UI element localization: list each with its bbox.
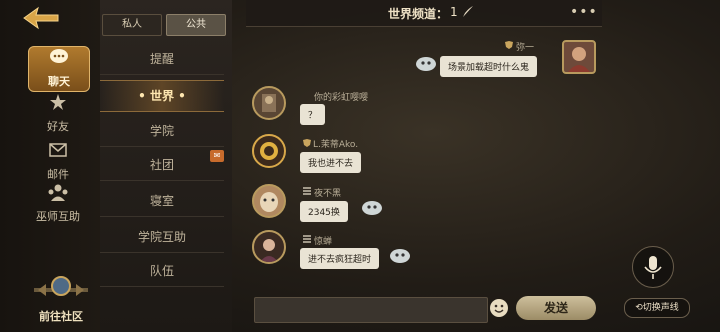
community-crest-icon (34, 276, 88, 296)
ghost-frame-icon (416, 57, 436, 71)
message-bubble: 进不去疯狂超时 (300, 248, 380, 269)
tab-private[interactable]: 私人 (102, 14, 162, 36)
avatar-portrait-icon (568, 47, 590, 72)
nav-wizard-help[interactable]: 巫师互助 (28, 182, 88, 226)
message-sender-name: 惊蝉 (314, 237, 333, 247)
shield-icon (303, 139, 311, 147)
channel-online-count: 1 (450, 5, 458, 19)
avatar[interactable] (252, 184, 286, 218)
switch-voice-icon: ⟲ (635, 303, 643, 313)
nav-wizard-help-label: 巫师互助 (36, 210, 80, 223)
chat-input[interactable] (254, 297, 488, 323)
friends-icon (50, 94, 66, 110)
nav-mail-label: 邮件 (47, 168, 69, 181)
nav-mail[interactable]: 邮件 (28, 140, 88, 184)
channel-club[interactable]: 社团 (100, 150, 224, 181)
club-notification-icon: ✉ (210, 150, 224, 162)
nav-chat[interactable]: 聊天 (28, 46, 90, 92)
tab-public[interactable]: 公共 (166, 14, 226, 36)
quill-icon (463, 6, 473, 17)
wizard-help-icon (48, 184, 68, 201)
channel-title: 世界频道： (388, 7, 449, 21)
message-sender-name: 夜不黑 (314, 189, 342, 199)
ghost-frame-icon (390, 249, 410, 263)
message-sender-name: 弥一 (516, 43, 535, 53)
tab-public-label: 公共 (186, 19, 206, 30)
nav-chat-label: 聊天 (48, 75, 70, 88)
message-bubble: 我也进不去 (300, 152, 362, 173)
channel-team[interactable]: 队伍 (100, 256, 224, 287)
back-arrow-icon[interactable] (22, 6, 60, 30)
emoji-button[interactable] (490, 299, 508, 317)
channel-academy-help[interactable]: 学院互助 (100, 222, 224, 253)
nav-friends[interactable]: 好友 (28, 92, 88, 136)
nav-friends-label: 好友 (47, 120, 69, 133)
message-bubble: ？ (300, 104, 326, 125)
avatar[interactable] (252, 134, 286, 168)
badge-icon (303, 187, 311, 195)
send-button[interactable]: 发送 (516, 296, 596, 320)
tab-private-label: 私人 (122, 19, 142, 30)
mail-icon (49, 143, 67, 157)
community-label: 前往社区 (39, 310, 83, 323)
shield-icon (505, 41, 513, 49)
channel-reminder[interactable]: 提醒 (100, 44, 224, 75)
avatar-portrait-icon (260, 192, 278, 212)
avatar-portrait-icon (260, 142, 278, 160)
emoji-icon (494, 304, 504, 313)
microphone-icon (644, 256, 662, 279)
message-bubble: 场景加载超时什么鬼 (440, 56, 538, 77)
chat-icon (50, 49, 68, 63)
switch-voice-label: 切换声线 (642, 303, 679, 313)
switch-voice-button[interactable]: ⟲切换声线 (624, 298, 690, 318)
ghost-frame-icon (362, 201, 382, 215)
avatar[interactable] (252, 230, 286, 264)
channel-academy[interactable]: 学院 (100, 116, 224, 147)
microphone-button[interactable] (632, 246, 674, 288)
avatar[interactable] (562, 40, 596, 74)
community-button[interactable]: 前往社区 (30, 276, 92, 324)
channel-dorm[interactable]: 寝室 (100, 186, 224, 217)
more-options-button[interactable]: ••• (570, 4, 598, 20)
avatar-portrait-icon (262, 94, 276, 112)
badge-icon (303, 235, 311, 243)
avatar-portrait-icon (260, 239, 278, 262)
avatar[interactable] (252, 86, 286, 120)
channel-world[interactable]: • 世界 • (100, 80, 224, 112)
message-sender-name: L.茉蒂Ako. (313, 140, 359, 150)
message-sender-name: 你的彩虹嘤嘤 (314, 93, 369, 103)
message-bubble: 2345换 (300, 201, 348, 222)
